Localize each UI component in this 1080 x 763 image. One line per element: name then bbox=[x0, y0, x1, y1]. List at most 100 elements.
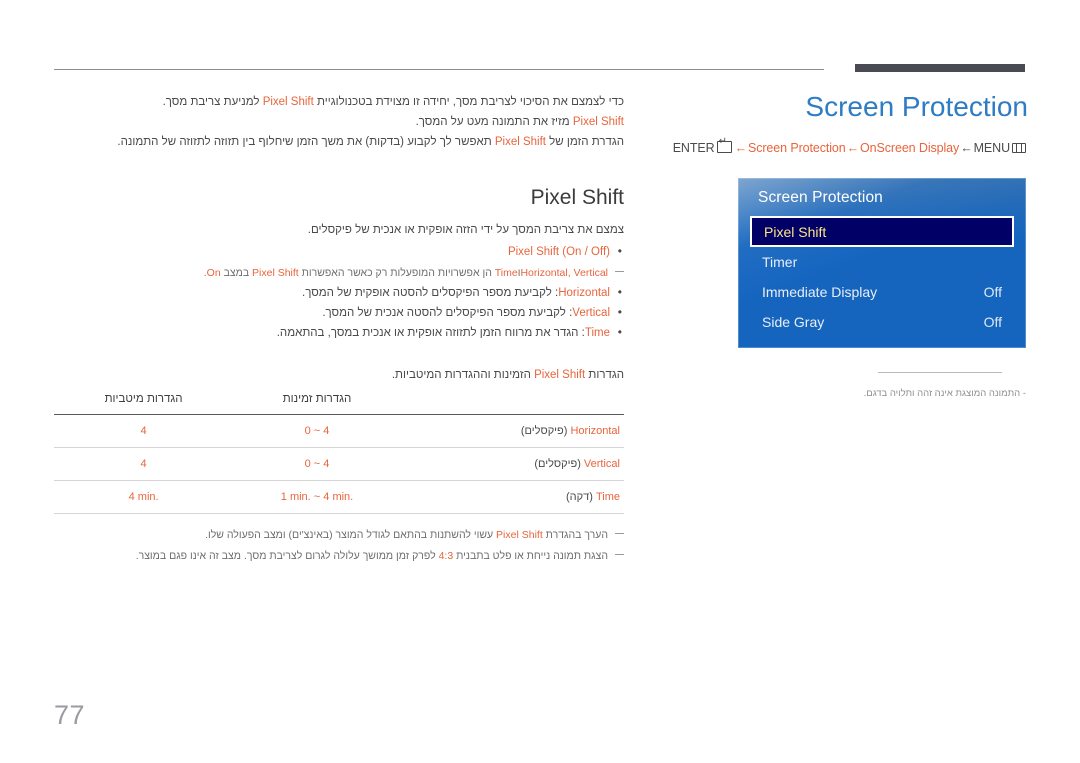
section-lead: צמצם את צריבת המסך על ידי הזזה אופקית או… bbox=[307, 224, 624, 236]
table-row-2-label: Time (דקה) bbox=[400, 480, 624, 514]
footnote-2-b: לפרק זמן ממושך עלולה לגרום לצריבת מסך. מ… bbox=[135, 550, 439, 562]
breadcrumb-enter-label: ENTER bbox=[672, 140, 715, 155]
breadcrumb-item-onscreen-display[interactable]: OnScreen Display bbox=[860, 141, 959, 155]
footnote-1: הערך בהגדרת Pixel Shift עשוי להשתנות בהת… bbox=[54, 526, 624, 545]
page-number: 77 bbox=[54, 700, 86, 730]
footnote-2: הצגת תמונה נייחת או פלט בתבנית 4:3 לפרק … bbox=[54, 547, 624, 566]
table-row-0-optimized: 4 bbox=[54, 414, 234, 448]
breadcrumb-item-menu[interactable]: MENU bbox=[974, 141, 1011, 155]
section-note-availability: Horizontal, VerticalוTime הן אפשרויות המ… bbox=[54, 264, 624, 283]
table-head: הגדרות זמינות הגדרות מיטביות bbox=[54, 391, 624, 415]
osd-menu-list: Pixel Shift Timer Immediate Display Off … bbox=[750, 216, 1014, 337]
osd-item-side-gray-value: Off bbox=[983, 314, 1002, 330]
bullet-time-label: Time bbox=[584, 327, 610, 339]
page-title: Screen Protection bbox=[805, 91, 1028, 122]
table-row-2-label-key: Time bbox=[595, 491, 620, 503]
breadcrumb: ENTER←Screen Protection←OnScreen Display… bbox=[660, 137, 1028, 155]
right-column: Screen Protection ENTER←Screen Protectio… bbox=[660, 91, 1028, 155]
osd-item-timer[interactable]: Timer bbox=[750, 247, 1014, 277]
table-caption-a: הגדרות bbox=[585, 369, 624, 381]
bullet-horizontal-text: : לקביעת מספר הפיקסלים להסטה אופקית של ה… bbox=[302, 287, 559, 299]
note-highlight-4: On bbox=[206, 267, 221, 279]
note-highlight-3: Pixel Shift bbox=[252, 267, 299, 279]
table-row-0-label: Horizontal (פיקסלים) bbox=[400, 414, 624, 448]
enter-key-icon bbox=[716, 137, 732, 153]
intro-line1-a: כדי לצמצם את הסיכוי לצריבת מסך, יחידה זו… bbox=[313, 96, 624, 108]
bullet-time: Time: הגדר את מרווח הזמן לתזוזה אופקית א… bbox=[54, 322, 624, 343]
table-row-1-label: Vertical (פיקסלים) bbox=[400, 447, 624, 481]
table-row-0-label-key: Horizontal bbox=[570, 425, 620, 437]
footnote-1-highlight: Pixel Shift bbox=[496, 529, 543, 541]
footnote-list: הערך בהגדרת Pixel Shift עשוי להשתנות בהת… bbox=[54, 526, 624, 566]
table-row-2-available: 1 min. ~ 4 min. bbox=[233, 480, 401, 514]
bullet-vertical-label: Vertical bbox=[572, 307, 610, 319]
table-row-2-optimized: 4 min. bbox=[54, 480, 234, 514]
osd-item-side-gray-label: Side Gray bbox=[762, 314, 825, 330]
breadcrumb-arrow-2: ← bbox=[846, 140, 860, 155]
intro-line1-b: למניעת צריבת מסך. bbox=[162, 96, 263, 108]
osd-item-side-gray[interactable]: Side Gray Off bbox=[750, 307, 1014, 337]
breadcrumb-arrow-1: ← bbox=[734, 140, 748, 155]
intro-line2-b: מזיז את התמונה מעט על המסך. bbox=[415, 116, 573, 128]
osd-item-immediate-display[interactable]: Immediate Display Off bbox=[750, 277, 1014, 307]
osd-item-timer-label: Timer bbox=[762, 254, 798, 270]
bullet-horizontal-label: Horizontal bbox=[558, 287, 610, 299]
header-rule bbox=[54, 69, 824, 70]
intro-paragraph: כדי לצמצם את הסיכוי לצריבת מסך, יחידה זו… bbox=[54, 92, 624, 152]
osd-note: - התמונה המוצגת אינה זהה ותלויה בדגם. bbox=[700, 388, 1026, 399]
bullet-vertical: Vertical: לקביעת מספר הפיקסלים להסטה אנכ… bbox=[54, 302, 624, 323]
section-title-pixel-shift: Pixel Shift bbox=[530, 186, 624, 209]
table-row: Vertical (פיקסלים) 0 ~ 4 4 bbox=[54, 447, 624, 481]
table-body: Horizontal (פיקסלים) 0 ~ 4 4 Vertical (פ… bbox=[54, 414, 624, 514]
table-row-1-optimized: 4 bbox=[54, 447, 234, 481]
table-row: Horizontal (פיקסלים) 0 ~ 4 4 bbox=[54, 414, 624, 448]
footnote-2-a: הצגת תמונה נייחת או פלט בתבנית bbox=[453, 550, 608, 562]
main-column: כדי לצמצם את הסיכוי לצריבת מסך, יחידה זו… bbox=[54, 92, 624, 566]
osd-item-pixel-shift-label: Pixel Shift bbox=[764, 223, 827, 240]
note-mid-2: במצב bbox=[220, 267, 253, 279]
breadcrumb-item-screen-protection[interactable]: Screen Protection bbox=[748, 141, 846, 155]
table-col-header-2: הגדרות מיטביות bbox=[54, 391, 234, 415]
table-row: Time (דקה) 1 min. ~ 4 min. 4 min. bbox=[54, 480, 624, 514]
osd-item-pixel-shift[interactable]: Pixel Shift bbox=[750, 216, 1014, 247]
table-caption: הגדרות Pixel Shift הזמינות וההגדרות המיט… bbox=[54, 365, 624, 385]
footnote-2-highlight: 4:3 bbox=[438, 550, 454, 562]
section-bullet-list-2: Horizontal: לקביעת מספר הפיקסלים להסטה א… bbox=[54, 282, 624, 343]
intro-line2-highlight: Pixel Shift bbox=[572, 116, 624, 128]
table-row-1-label-unit: (פיקסלים) bbox=[534, 458, 584, 470]
footnote-1-b: עשוי להשתנות בהתאם לגודל המוצר (באינצ'ים… bbox=[205, 529, 497, 541]
section-bullet-list: Pixel Shift (On / Off) bbox=[54, 241, 624, 262]
osd-note-divider bbox=[878, 372, 1002, 373]
breadcrumb-arrow-3: ← bbox=[960, 140, 973, 155]
osd-note-dash: - bbox=[1022, 388, 1026, 399]
osd-item-immediate-display-label: Immediate Display bbox=[762, 284, 878, 300]
table-col-header-0 bbox=[400, 391, 624, 415]
osd-menu-panel: Screen Protection Pixel Shift Timer Imme… bbox=[738, 178, 1026, 348]
footnote-1-a: הערך בהגדרת bbox=[542, 529, 608, 541]
note-mid: הן אפשרויות המופעלות רק כאשר האפשרות bbox=[298, 267, 495, 279]
intro-line3-a: הגדרת הזמן של bbox=[545, 136, 624, 148]
intro-line1-highlight: Pixel Shift bbox=[262, 96, 314, 108]
osd-menu-title: Screen Protection bbox=[758, 189, 883, 206]
bullet-time-text: : הגדר את מרווח הזמן לתזוזה אופקית או אנ… bbox=[276, 327, 585, 339]
table-row-1-available: 0 ~ 4 bbox=[233, 447, 401, 481]
note-highlight-1: Horizontal, Vertical bbox=[520, 267, 608, 279]
bullet-vertical-text: : לקביעת מספר הפיקסלים להסטה אנכית של המ… bbox=[322, 307, 573, 319]
header-accent-bar bbox=[855, 64, 1025, 72]
pixel-shift-settings-table: הגדרות זמינות הגדרות מיטביות Horizontal … bbox=[54, 391, 624, 514]
bullet-pixel-shift-label: Pixel Shift (On / Off) bbox=[507, 246, 610, 258]
table-row-1-label-key: Vertical bbox=[583, 458, 620, 470]
table-caption-highlight: Pixel Shift bbox=[534, 369, 586, 381]
intro-line3-highlight: Pixel Shift bbox=[494, 136, 546, 148]
bullet-horizontal: Horizontal: לקביעת מספר הפיקסלים להסטה א… bbox=[54, 282, 624, 303]
osd-note-text: התמונה המוצגת אינה זהה ותלויה בדגם. bbox=[863, 388, 1021, 399]
table-col-header-1: הגדרות זמינות bbox=[233, 391, 401, 415]
table-row-2-label-unit: (דקה) bbox=[566, 491, 596, 503]
note-highlight-2: Time bbox=[494, 267, 518, 279]
table-header-row: הגדרות זמינות הגדרות מיטביות bbox=[54, 391, 624, 415]
table-caption-b: הזמינות וההגדרות המיטביות. bbox=[391, 369, 535, 381]
table-row-0-label-unit: (פיקסלים) bbox=[520, 425, 571, 437]
intro-line3-b: תאפשר לך לקבוע (בדקות) את משך הזמן שיחלו… bbox=[117, 136, 495, 148]
bullet-pixel-shift: Pixel Shift (On / Off) bbox=[54, 241, 624, 262]
osd-item-immediate-display-value: Off bbox=[983, 284, 1002, 300]
